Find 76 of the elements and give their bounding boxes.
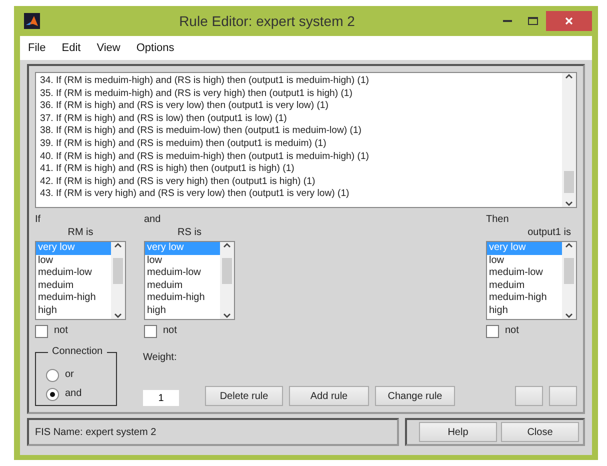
app-logo-icon <box>24 13 40 29</box>
list-option[interactable]: high <box>36 304 111 318</box>
rule-line[interactable]: 42. If (RM is high) and (RS is very high) then (output1 is high) (1) <box>40 176 558 188</box>
radio-label: and <box>65 388 82 399</box>
variable-prefix: If <box>35 214 41 225</box>
list-option[interactable]: low <box>487 254 562 268</box>
list-option[interactable]: meduim <box>487 280 562 292</box>
menu-item[interactable]: File <box>28 42 46 54</box>
scroll-up-icon[interactable] <box>223 242 231 248</box>
rule-line[interactable]: 35. If (RM is meduim-high) and (RS is very high) then (output1 is high) (1) <box>40 88 558 100</box>
radio-button[interactable] <box>46 369 59 382</box>
membership-list[interactable]: very low low meduim-low meduim meduim-high high <box>144 241 235 320</box>
rule-line[interactable]: 43. If (RM is very high) and (RS is very low) then (output1 is very low) (1) <box>40 188 558 201</box>
rule-line[interactable]: 41. If (RM is high) and (RS is high) then (output1 is high) (1) <box>40 163 558 176</box>
close-icon <box>565 17 573 25</box>
variable-prefix: and <box>144 214 161 225</box>
footer-button[interactable]: Help <box>419 422 497 442</box>
rule-line[interactable]: 39. If (RM is high) and (RS is meduim) then (output1 is meduim) (1) <box>40 138 558 151</box>
list-option[interactable]: low <box>145 254 220 268</box>
variable-label: output1 is <box>528 227 571 238</box>
list-option[interactable]: meduim-low <box>145 267 220 280</box>
scrollbar-thumb[interactable] <box>564 171 574 193</box>
checkbox-label: not <box>163 325 177 336</box>
radio-label: or <box>65 369 74 380</box>
weight-label: Weight: <box>143 352 177 363</box>
not-checkbox[interactable] <box>35 325 48 338</box>
not-checkbox[interactable] <box>486 325 499 338</box>
list-option[interactable]: meduim-low <box>36 267 111 280</box>
rule-line[interactable]: 36. If (RM is high) and (RS is very low) then (output1 is very low) (1) <box>40 100 558 113</box>
list-option[interactable]: low <box>36 254 111 268</box>
maximize-icon <box>528 17 538 25</box>
scroll-down-icon[interactable] <box>114 313 122 319</box>
close-button[interactable] <box>546 11 592 31</box>
rule-line[interactable]: 37. If (RM is high) and (RS is low) then (output1 is low) (1) <box>40 112 558 126</box>
list-option[interactable]: meduim-low <box>487 267 562 280</box>
variable-label: RM is <box>68 227 94 238</box>
list-option[interactable]: meduim-high <box>36 292 111 305</box>
checkbox-label: not <box>54 325 68 336</box>
change-rule-button[interactable]: Change rule <box>375 386 455 406</box>
not-checkbox[interactable] <box>144 325 157 338</box>
membership-list[interactable]: very low low meduim-low meduim meduim-high high <box>486 241 577 320</box>
radio-button[interactable] <box>46 388 59 401</box>
membership-list[interactable]: very low low meduim-low meduim meduim-high high <box>35 241 126 320</box>
delete-rule-button[interactable]: Delete rule <box>205 386 283 406</box>
scroll-down-icon[interactable] <box>565 313 573 319</box>
rule-line[interactable]: 34. If (RM is meduim-high) and (RS is high) then (output1 is meduim-high) (1) <box>40 75 558 88</box>
list-option[interactable]: meduim-high <box>145 292 220 305</box>
list-option[interactable]: high <box>487 304 562 318</box>
list-option[interactable]: meduim <box>145 280 220 292</box>
menu-item[interactable]: View <box>96 42 120 54</box>
scroll-down-icon[interactable] <box>565 201 573 207</box>
variable-prefix: Then <box>486 214 509 225</box>
rule-line[interactable]: 38. If (RM is high) and (RS is meduim-low) then (output1 is meduim-low) (1) <box>40 125 558 138</box>
scroll-up-icon[interactable] <box>565 73 573 79</box>
add-rule-button[interactable]: Add rule <box>289 386 369 406</box>
list-option[interactable]: meduim <box>36 280 111 292</box>
menu-item[interactable]: Edit <box>62 42 81 54</box>
list-option[interactable]: meduim-high <box>487 292 562 305</box>
rule-list[interactable] <box>35 72 577 208</box>
rule-line[interactable]: 40. If (RM is high) and (RS is meduim-high) then (output1 is meduim-high) (1) <box>40 150 558 164</box>
checkbox-label: not <box>505 325 519 336</box>
scroll-up-icon[interactable] <box>565 242 573 248</box>
footer-button[interactable]: Close <box>501 422 579 442</box>
weight-field[interactable]: 1 <box>143 390 179 406</box>
group-title: Connection <box>48 346 107 357</box>
status-text: FIS Name: expert system 2 <box>27 418 399 446</box>
scroll-down-icon[interactable] <box>223 313 231 319</box>
minimize-icon <box>502 20 512 22</box>
menu-item[interactable]: Options <box>136 42 174 54</box>
list-option[interactable]: high <box>145 304 220 318</box>
window-title: Rule Editor: expert system 2 <box>178 13 356 29</box>
scrollbar-thumb[interactable] <box>564 258 574 284</box>
variable-label: RS is <box>178 227 202 238</box>
scrollbar-thumb[interactable] <box>222 258 232 284</box>
scrollbar-thumb[interactable] <box>113 258 123 284</box>
scroll-up-icon[interactable] <box>114 242 122 248</box>
